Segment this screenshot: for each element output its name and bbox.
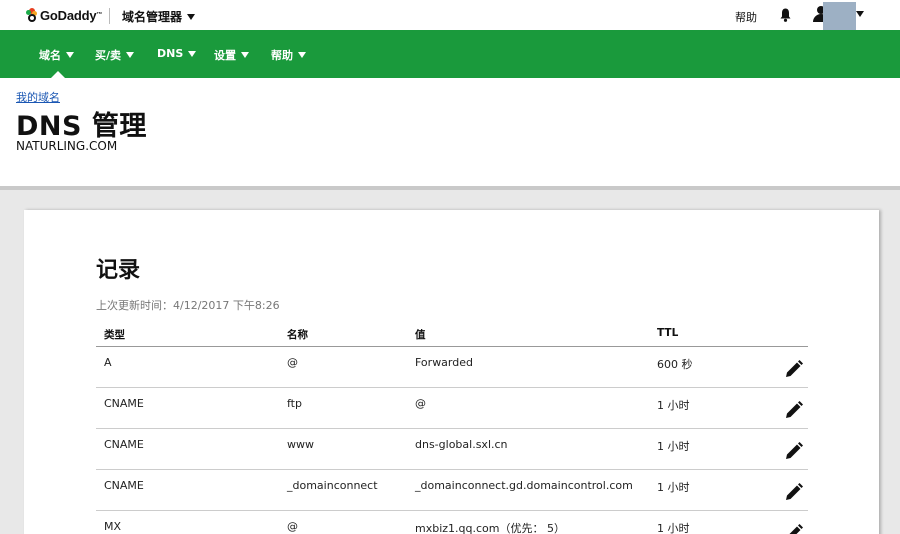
records-title: 记录 (96, 258, 141, 283)
nav-item-label: 帮助 (271, 49, 293, 62)
caret-down-icon (241, 52, 249, 58)
domain-name: NATURLING.COM (16, 139, 118, 153)
caret-down-icon (66, 52, 74, 58)
active-nav-pointer (51, 71, 65, 78)
breadcrumb[interactable]: 我的域名 (16, 89, 60, 105)
nav-item-settings[interactable]: 设置 (214, 47, 249, 63)
record-type: CNAME (104, 479, 144, 492)
logo-divider (109, 8, 110, 24)
godaddy-logo-icon (26, 8, 38, 22)
bell-icon[interactable] (780, 7, 791, 22)
record-name: www (287, 438, 314, 451)
caret-down-icon (298, 52, 306, 58)
page-header: 我的域名 DNS 管理 NATURLING.COM (0, 78, 900, 186)
last-updated: 上次更新时间：4/12/2017 下午8:26 (96, 299, 280, 312)
table-row: MX @ mxbiz1.qq.com（优先： 5） 1 小时 (96, 511, 808, 534)
edit-pencil-icon[interactable] (784, 400, 804, 420)
nav-item-label: 买/卖 (95, 49, 122, 62)
table-row: CNAME www dns-global.sxl.cn 1 小时 (96, 429, 808, 470)
caret-down-icon (187, 13, 196, 20)
record-value: _domainconnect.gd.domaincontrol.com (415, 479, 633, 492)
record-ttl: 600 秒 (657, 358, 693, 371)
top-bar: GoDaddy ™ 域名管理器 帮助 (0, 0, 900, 32)
caret-down-icon (188, 50, 197, 57)
nav-item-help[interactable]: 帮助 (271, 47, 306, 63)
logo-text: GoDaddy (40, 7, 97, 23)
page-title: DNS 管理 (16, 111, 147, 142)
table-header: 类型 名称 值 TTL (96, 317, 808, 347)
record-value: @ (415, 397, 426, 410)
logo-tm: ™ (96, 12, 103, 18)
record-name: _domainconnect (287, 479, 378, 492)
column-header-ttl: TTL (657, 327, 679, 339)
product-menu-label: 域名管理器 (122, 10, 183, 24)
table-row: CNAME ftp @ 1 小时 (96, 388, 808, 429)
godaddy-logo[interactable]: GoDaddy ™ (26, 5, 102, 25)
nav-item-label: 域名 (39, 49, 61, 62)
record-type: CNAME (104, 438, 144, 451)
nav-item-buy-sell[interactable]: 买/卖 (95, 47, 135, 63)
edit-pencil-icon[interactable] (784, 523, 804, 534)
nav-item-label: DNS (157, 47, 184, 60)
record-ttl: 1 小时 (657, 399, 690, 412)
record-value: Forwarded (415, 356, 473, 369)
record-ttl: 1 小时 (657, 522, 690, 534)
record-type: A (104, 356, 112, 369)
table-row: A @ Forwarded 600 秒 (96, 347, 808, 388)
column-header-type: 类型 (104, 329, 125, 341)
avatar (823, 2, 856, 32)
records-table: 类型 名称 值 TTL A @ Forwarded 600 秒 CNAME ft… (96, 317, 808, 534)
record-ttl: 1 小时 (657, 440, 690, 453)
record-type: CNAME (104, 397, 144, 410)
record-name: @ (287, 520, 298, 533)
edit-pencil-icon[interactable] (784, 359, 804, 379)
caret-down-icon (856, 11, 864, 17)
record-ttl: 1 小时 (657, 481, 690, 494)
record-name: ftp (287, 397, 302, 410)
product-menu[interactable]: 域名管理器 (122, 8, 196, 25)
table-row: CNAME _domainconnect _domainconnect.gd.d… (96, 470, 808, 511)
record-name: @ (287, 356, 298, 369)
column-header-value: 值 (415, 329, 426, 341)
edit-pencil-icon[interactable] (784, 482, 804, 502)
nav-item-domains[interactable]: 域名 (39, 47, 74, 63)
record-value: dns-global.sxl.cn (415, 438, 508, 451)
edit-pencil-icon[interactable] (784, 441, 804, 461)
records-card: 记录 上次更新时间：4/12/2017 下午8:26 类型 名称 值 TTL A… (24, 210, 879, 534)
record-type: MX (104, 520, 122, 533)
main-nav: 域名 买/卖 DNS 设置 帮助 (0, 30, 900, 78)
nav-item-dns[interactable]: DNS (157, 47, 197, 60)
caret-down-icon (126, 52, 135, 58)
account-menu[interactable] (812, 2, 866, 32)
nav-item-label: 设置 (214, 49, 236, 62)
record-value: mxbiz1.qq.com（优先： 5） (415, 522, 565, 534)
header-divider (0, 186, 900, 190)
column-header-name: 名称 (287, 329, 308, 341)
help-link[interactable]: 帮助 (735, 9, 757, 25)
